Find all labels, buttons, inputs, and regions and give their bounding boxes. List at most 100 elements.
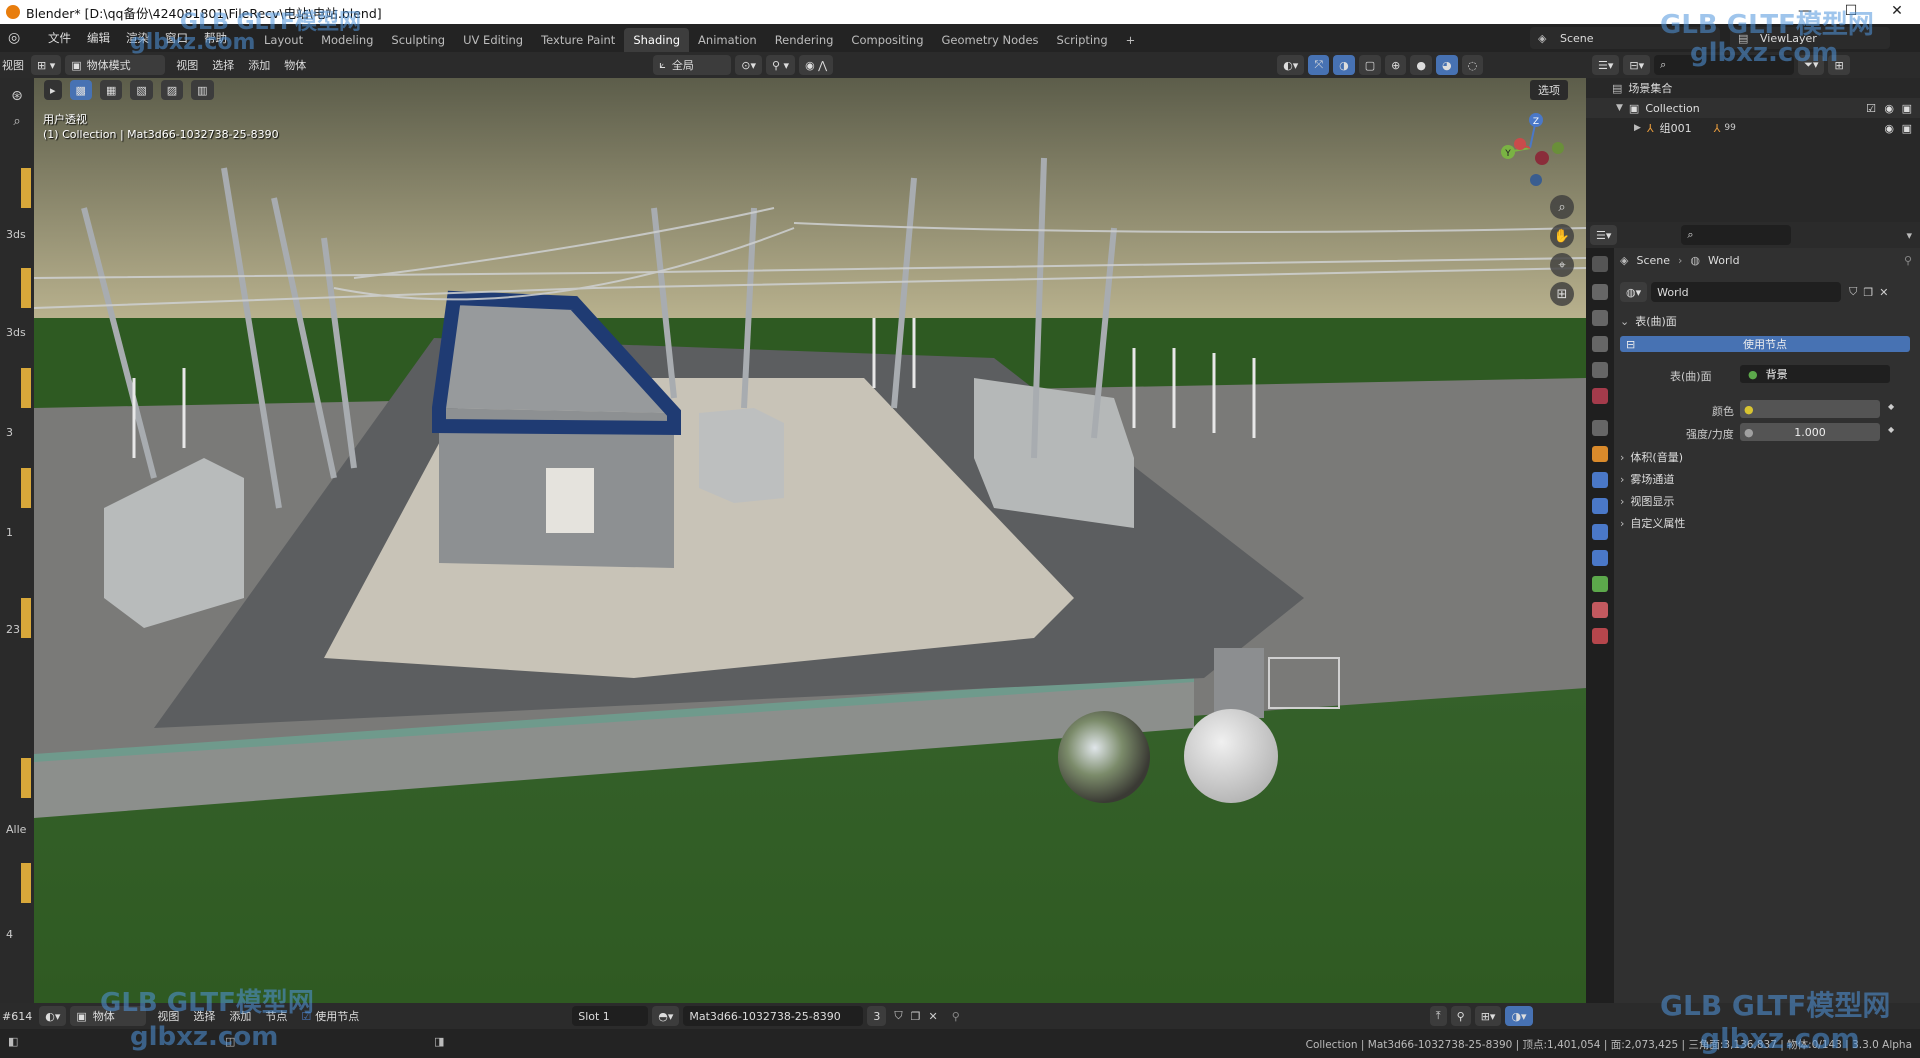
shading-solid[interactable]: ● xyxy=(1410,55,1432,75)
cursor-tool-icon[interactable]: ⊛ xyxy=(11,88,23,104)
outliner-row-collection[interactable]: ▼ ▣ Collection ☑ ◉ ▣ xyxy=(1586,98,1920,118)
select-tool-icon[interactable]: ▸ xyxy=(44,80,62,100)
menu-file[interactable]: 文件 xyxy=(40,24,79,52)
texture-tab-icon[interactable] xyxy=(1592,628,1608,644)
parent-node-tree-icon[interactable]: ⤒ xyxy=(1429,1006,1447,1026)
object-tab-icon[interactable] xyxy=(1592,446,1608,462)
pivot-dropdown[interactable]: ⊙▾ xyxy=(735,55,762,75)
collection-tab-icon[interactable] xyxy=(1592,420,1608,436)
gizmo-toggle[interactable]: ⤧ xyxy=(1308,55,1330,75)
unlink-icon[interactable]: ✕ xyxy=(928,1010,937,1023)
transform-orientation-dropdown[interactable]: ⟀ 全局 xyxy=(653,55,732,75)
tab-texture-paint[interactable]: Texture Paint xyxy=(532,28,624,52)
tab-scripting[interactable]: Scripting xyxy=(1048,28,1117,52)
select-box-mode-icon[interactable]: ▩ xyxy=(69,80,92,100)
render-camera-icon[interactable]: ▣ xyxy=(1902,102,1912,115)
tool-tab-icon[interactable] xyxy=(1592,256,1608,272)
strength-field[interactable]: ● 1.000 xyxy=(1740,423,1880,441)
surface-shader-field[interactable]: ● 背景 xyxy=(1740,365,1890,383)
tab-compositing[interactable]: Compositing xyxy=(842,28,932,52)
material-users-count[interactable]: 3 xyxy=(867,1006,887,1026)
properties-editor-dropdown[interactable]: ☰▾ xyxy=(1590,225,1618,245)
modifier-tab-icon[interactable] xyxy=(1592,472,1608,488)
asset-thumbnail[interactable] xyxy=(21,168,31,208)
add-workspace-button[interactable]: + xyxy=(1117,28,1145,52)
visibility-dropdown[interactable]: ◐▾ xyxy=(1277,55,1305,75)
select-invert-icon[interactable]: ▨ xyxy=(160,80,184,100)
eye-icon[interactable]: ◉ xyxy=(1884,122,1894,135)
particles-tab-icon[interactable] xyxy=(1592,498,1608,514)
include-checkbox-icon[interactable]: ☑ xyxy=(1866,102,1876,115)
render-camera-icon[interactable]: ▣ xyxy=(1902,122,1912,135)
world-name-field[interactable]: World xyxy=(1651,282,1842,302)
outliner-editor-dropdown[interactable]: ☰▾ xyxy=(1592,55,1620,75)
viewport-display-panel-header[interactable]: › 视图显示 xyxy=(1620,490,1916,512)
material-tab-icon[interactable] xyxy=(1592,602,1608,618)
ortho-grid-icon[interactable]: ⊞ xyxy=(1550,282,1574,306)
mode-dropdown[interactable]: ▣ 物体模式 xyxy=(65,55,166,75)
tab-sculpting[interactable]: Sculpting xyxy=(382,28,454,52)
expand-arrow-icon[interactable]: ▶ xyxy=(1634,123,1641,133)
keyframe-icon[interactable]: ◆ xyxy=(1888,402,1894,411)
properties-options-icon[interactable]: ▾ xyxy=(1906,229,1912,242)
viewport-options-button[interactable]: 选项 xyxy=(1530,80,1568,100)
search-icon[interactable]: ⌕ xyxy=(13,114,20,129)
vp-menu-add[interactable]: 添加 xyxy=(241,57,277,73)
tab-uv-editing[interactable]: UV Editing xyxy=(454,28,532,52)
asset-thumbnail[interactable] xyxy=(21,368,31,408)
select-extend-icon[interactable]: ▦ xyxy=(99,80,123,100)
snap-node-icon[interactable]: ⚲ xyxy=(1450,1006,1471,1026)
node-editor-type-dropdown[interactable]: ◐▾ xyxy=(39,1006,67,1026)
asset-thumbnail[interactable] xyxy=(21,598,31,638)
custom-props-panel-header[interactable]: › 自定义属性 xyxy=(1620,512,1916,534)
shading-rendered[interactable]: ◌ xyxy=(1461,55,1484,75)
fake-user-icon[interactable]: ⛉ xyxy=(894,1009,902,1023)
select-intersect-icon[interactable]: ▥ xyxy=(191,80,214,100)
properties-search-input[interactable]: ⌕ xyxy=(1681,225,1792,245)
3d-viewport[interactable] xyxy=(34,78,1586,1003)
tab-shading[interactable]: Shading xyxy=(624,28,690,52)
navigation-gizmo[interactable]: Z Y xyxy=(1490,108,1570,188)
scene-tab-icon[interactable] xyxy=(1592,362,1608,378)
color-field[interactable]: ● xyxy=(1740,400,1880,418)
vp-menu-object[interactable]: 物体 xyxy=(277,57,313,73)
camera-icon[interactable]: ⌖ xyxy=(1550,253,1574,277)
menu-edit[interactable]: 编辑 xyxy=(79,24,118,52)
outliner-row-scene-collection[interactable]: ▤ 场景集合 xyxy=(1586,78,1920,98)
pan-hand-icon[interactable]: ✋ xyxy=(1550,224,1574,248)
world-tab-icon[interactable] xyxy=(1592,388,1608,404)
slot-dropdown[interactable]: Slot 1 xyxy=(572,1006,649,1026)
xray-toggle[interactable]: ▢ xyxy=(1358,55,1382,75)
pin-icon[interactable]: ⚲ xyxy=(1904,254,1912,267)
output-tab-icon[interactable] xyxy=(1592,310,1608,326)
material-name-field[interactable]: Mat3d66-1032738-25-8390 xyxy=(683,1006,864,1026)
mist-panel-header[interactable]: › 雾场通道 xyxy=(1620,468,1916,490)
world-browse-dropdown[interactable]: ◍▾ xyxy=(1620,282,1648,302)
blender-menu-icon[interactable]: ◎ xyxy=(8,27,30,49)
vp-menu-view[interactable]: 视图 xyxy=(169,57,205,73)
physics-tab-icon[interactable] xyxy=(1592,524,1608,540)
constraints-tab-icon[interactable] xyxy=(1592,550,1608,566)
overlay-toggle[interactable]: ◑ xyxy=(1333,55,1355,75)
asset-thumbnail[interactable] xyxy=(21,863,31,903)
editor-type-menu[interactable]: 视图 xyxy=(0,57,31,73)
asset-thumbnail[interactable] xyxy=(21,468,31,508)
volume-panel-header[interactable]: › 体积(音量) xyxy=(1620,446,1916,468)
duplicate-icon[interactable]: ❐ xyxy=(911,1010,921,1023)
editor-type-dropdown[interactable]: ⊞ ▾ xyxy=(31,55,62,75)
use-nodes-button[interactable]: ⊟ 使用节点 xyxy=(1620,336,1910,352)
outliner-row-group[interactable]: ▶ ⅄ 组001 ⅄ 99 ◉ ▣ xyxy=(1586,118,1920,138)
asset-thumbnail[interactable] xyxy=(21,758,31,798)
outliner-display-dropdown[interactable]: ⊟▾ xyxy=(1623,55,1651,75)
zoom-icon[interactable]: ⌕ xyxy=(1550,195,1574,219)
unlink-icon[interactable]: ✕ xyxy=(1879,286,1888,299)
duplicate-icon[interactable]: ❐ xyxy=(1863,286,1873,299)
tab-animation[interactable]: Animation xyxy=(689,28,766,52)
proportional-edit-toggle[interactable]: ◉ ⋀ xyxy=(799,55,834,75)
eye-icon[interactable]: ◉ xyxy=(1884,102,1894,115)
shading-material[interactable]: ◕ xyxy=(1435,55,1458,75)
render-tab-icon[interactable] xyxy=(1592,284,1608,300)
close-window-button[interactable]: ✕ xyxy=(1874,0,1920,24)
keyframe-icon[interactable]: ◆ xyxy=(1888,425,1894,434)
material-browse-dropdown[interactable]: ◓▾ xyxy=(652,1006,680,1026)
